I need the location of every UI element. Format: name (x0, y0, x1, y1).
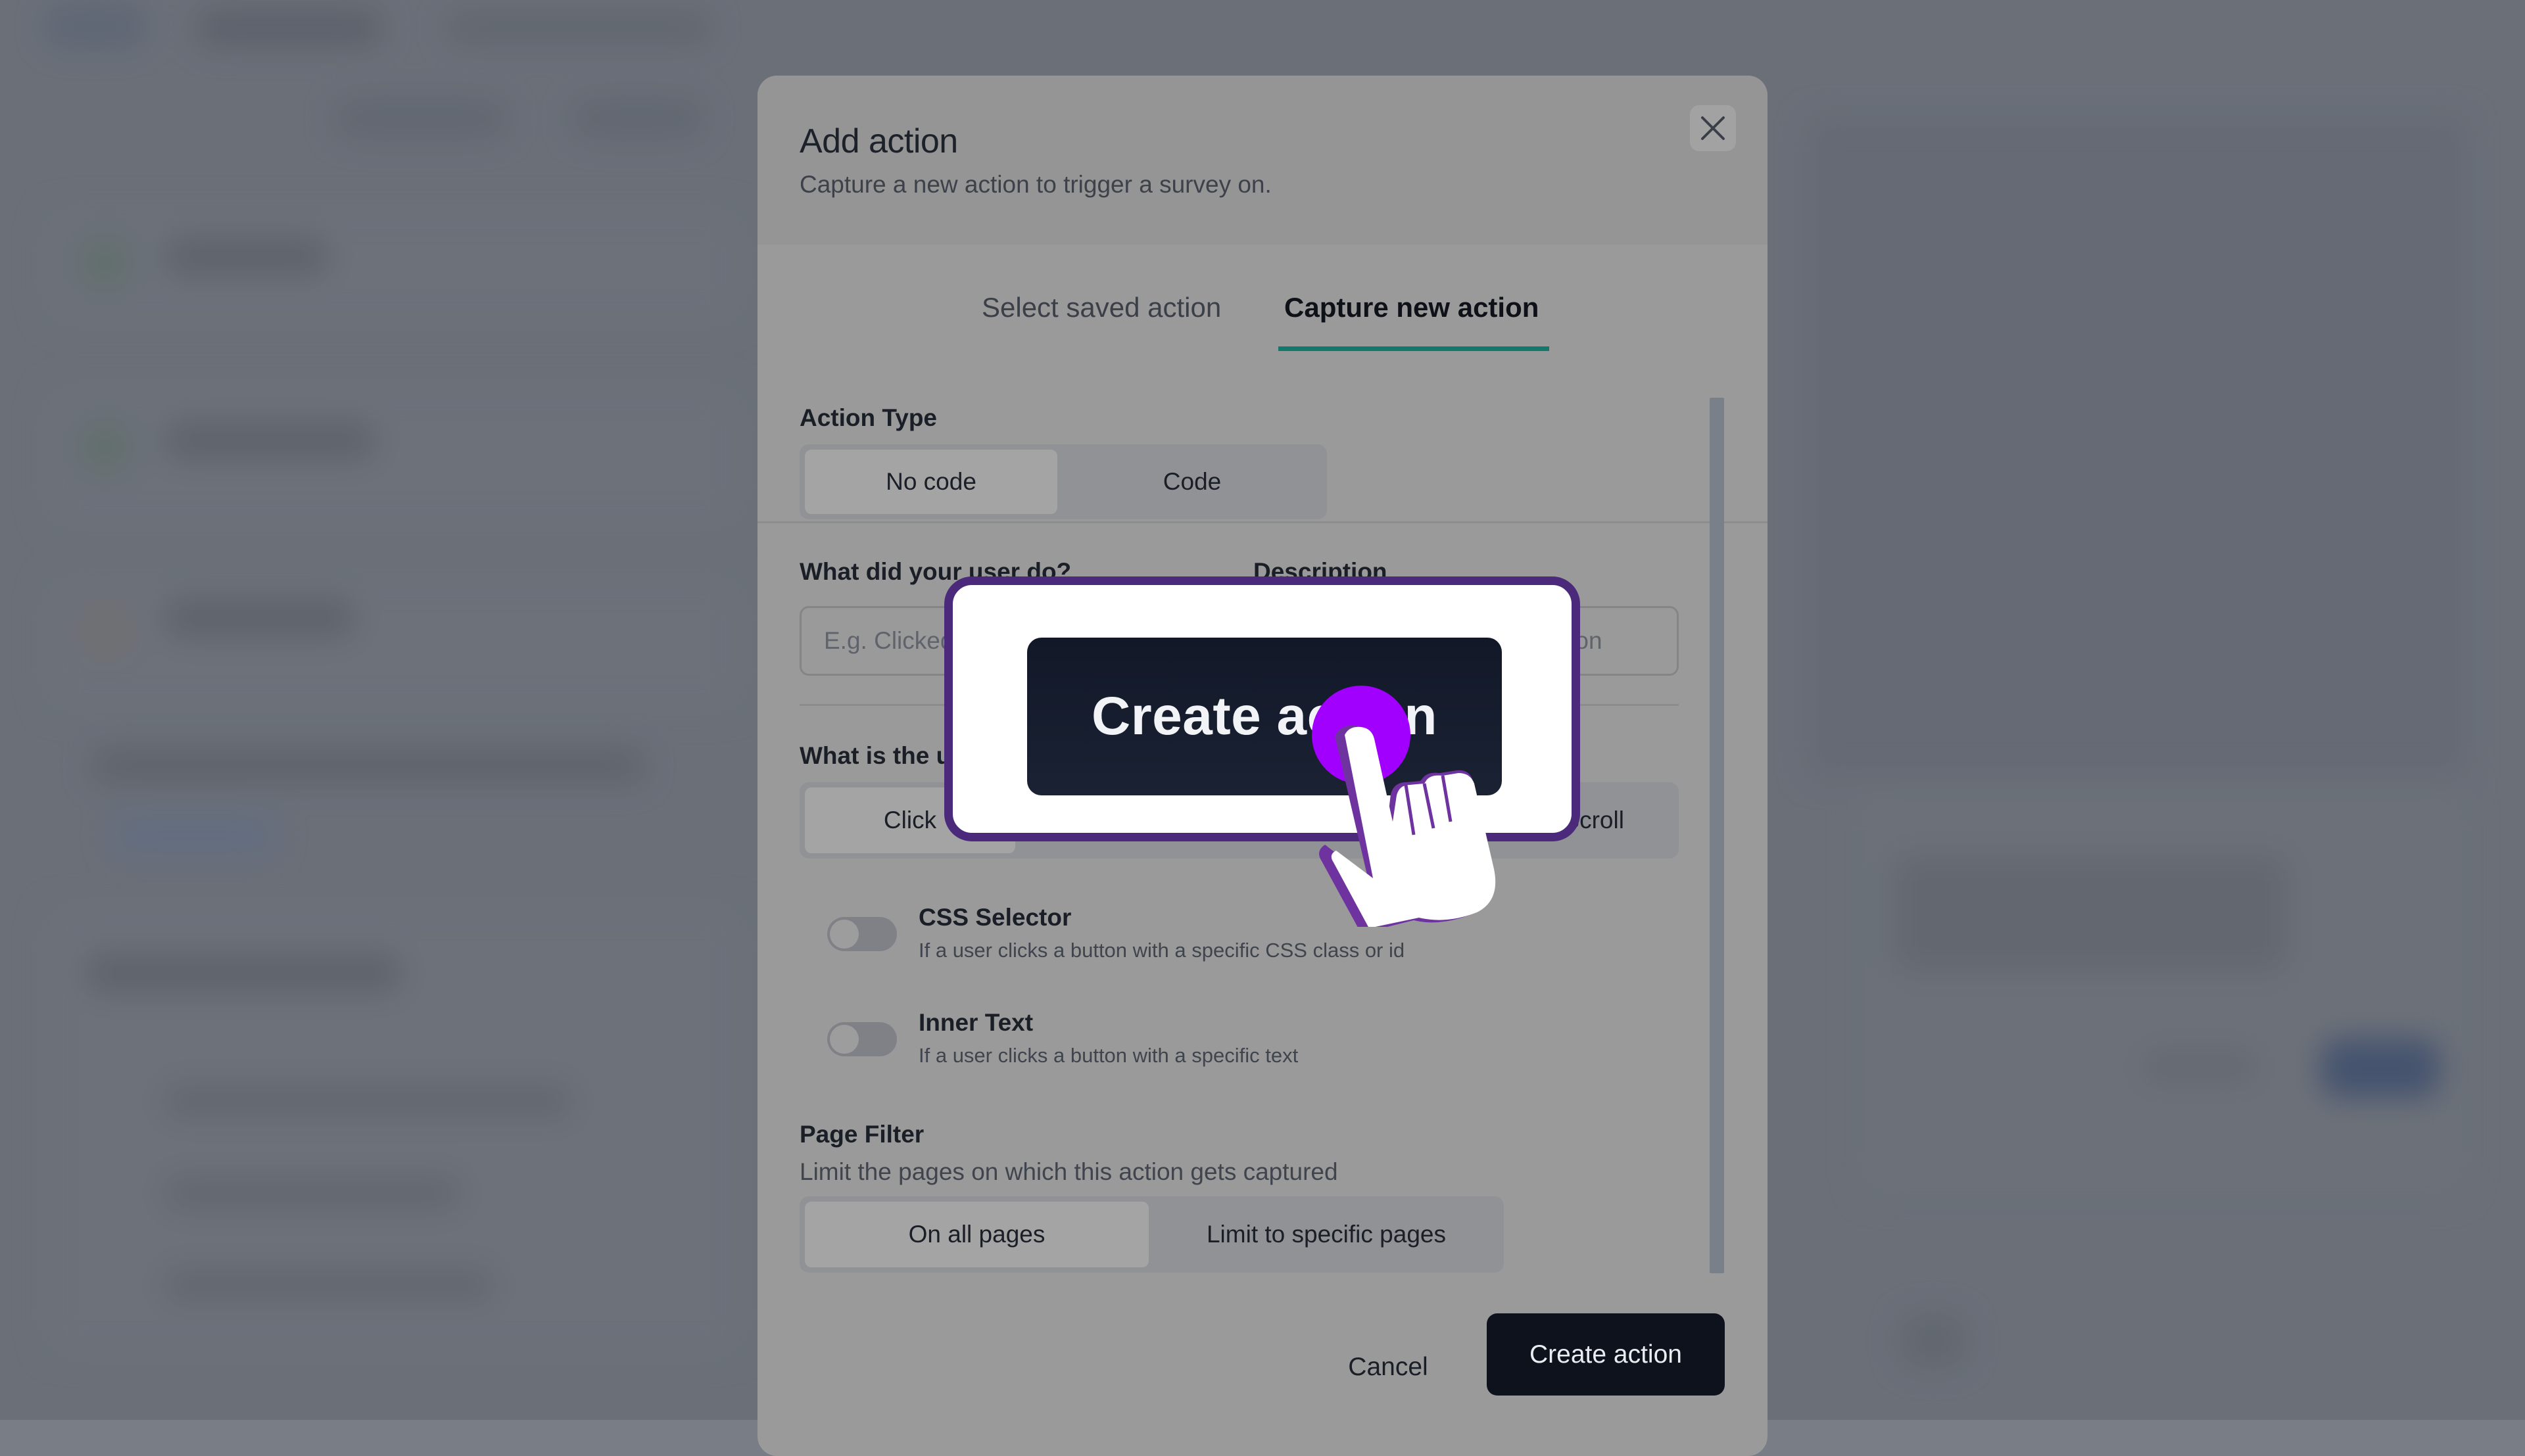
action-type-no-code[interactable]: No code (805, 450, 1057, 514)
css-selector-description: If a user clicks a button with a specifi… (919, 939, 1405, 962)
create-action-button[interactable]: Create action (1487, 1313, 1725, 1396)
tabs-divider (758, 521, 1768, 523)
inner-text-toggle[interactable] (827, 1022, 897, 1056)
tab-capture-new-action[interactable]: Capture new action (1284, 292, 1539, 323)
page-filter-label: Page Filter (800, 1121, 925, 1148)
modal-subtitle: Capture a new action to trigger a survey… (800, 171, 1272, 198)
modal-scrollbar[interactable] (1710, 398, 1724, 1273)
css-selector-title: CSS Selector (919, 904, 1072, 931)
action-type-toggle: No code Code (800, 444, 1327, 519)
cancel-button[interactable]: Cancel (1334, 1338, 1443, 1397)
page-filter-specific-pages[interactable]: Limit to specific pages (1154, 1202, 1499, 1267)
close-button[interactable] (1690, 105, 1736, 151)
css-selector-toggle[interactable] (827, 917, 897, 951)
pointing-hand-icon (1319, 725, 1496, 927)
page-filter-description: Limit the pages on which this action get… (800, 1158, 1338, 1185)
close-icon (1701, 116, 1725, 140)
inner-text-title: Inner Text (919, 1009, 1034, 1036)
action-type-label: Action Type (800, 404, 937, 431)
modal-title: Add action (800, 122, 958, 160)
action-type-code[interactable]: Code (1063, 450, 1322, 514)
page-filter-all-pages[interactable]: On all pages (805, 1202, 1149, 1267)
modal-tabs: Select saved action Capture new action (758, 245, 1768, 523)
inner-text-description: If a user clicks a button with a specifi… (919, 1044, 1299, 1067)
tab-select-saved-action[interactable]: Select saved action (982, 292, 1221, 323)
page-filter-toggle: On all pages Limit to specific pages (800, 1196, 1504, 1273)
active-tab-indicator (1278, 346, 1549, 351)
